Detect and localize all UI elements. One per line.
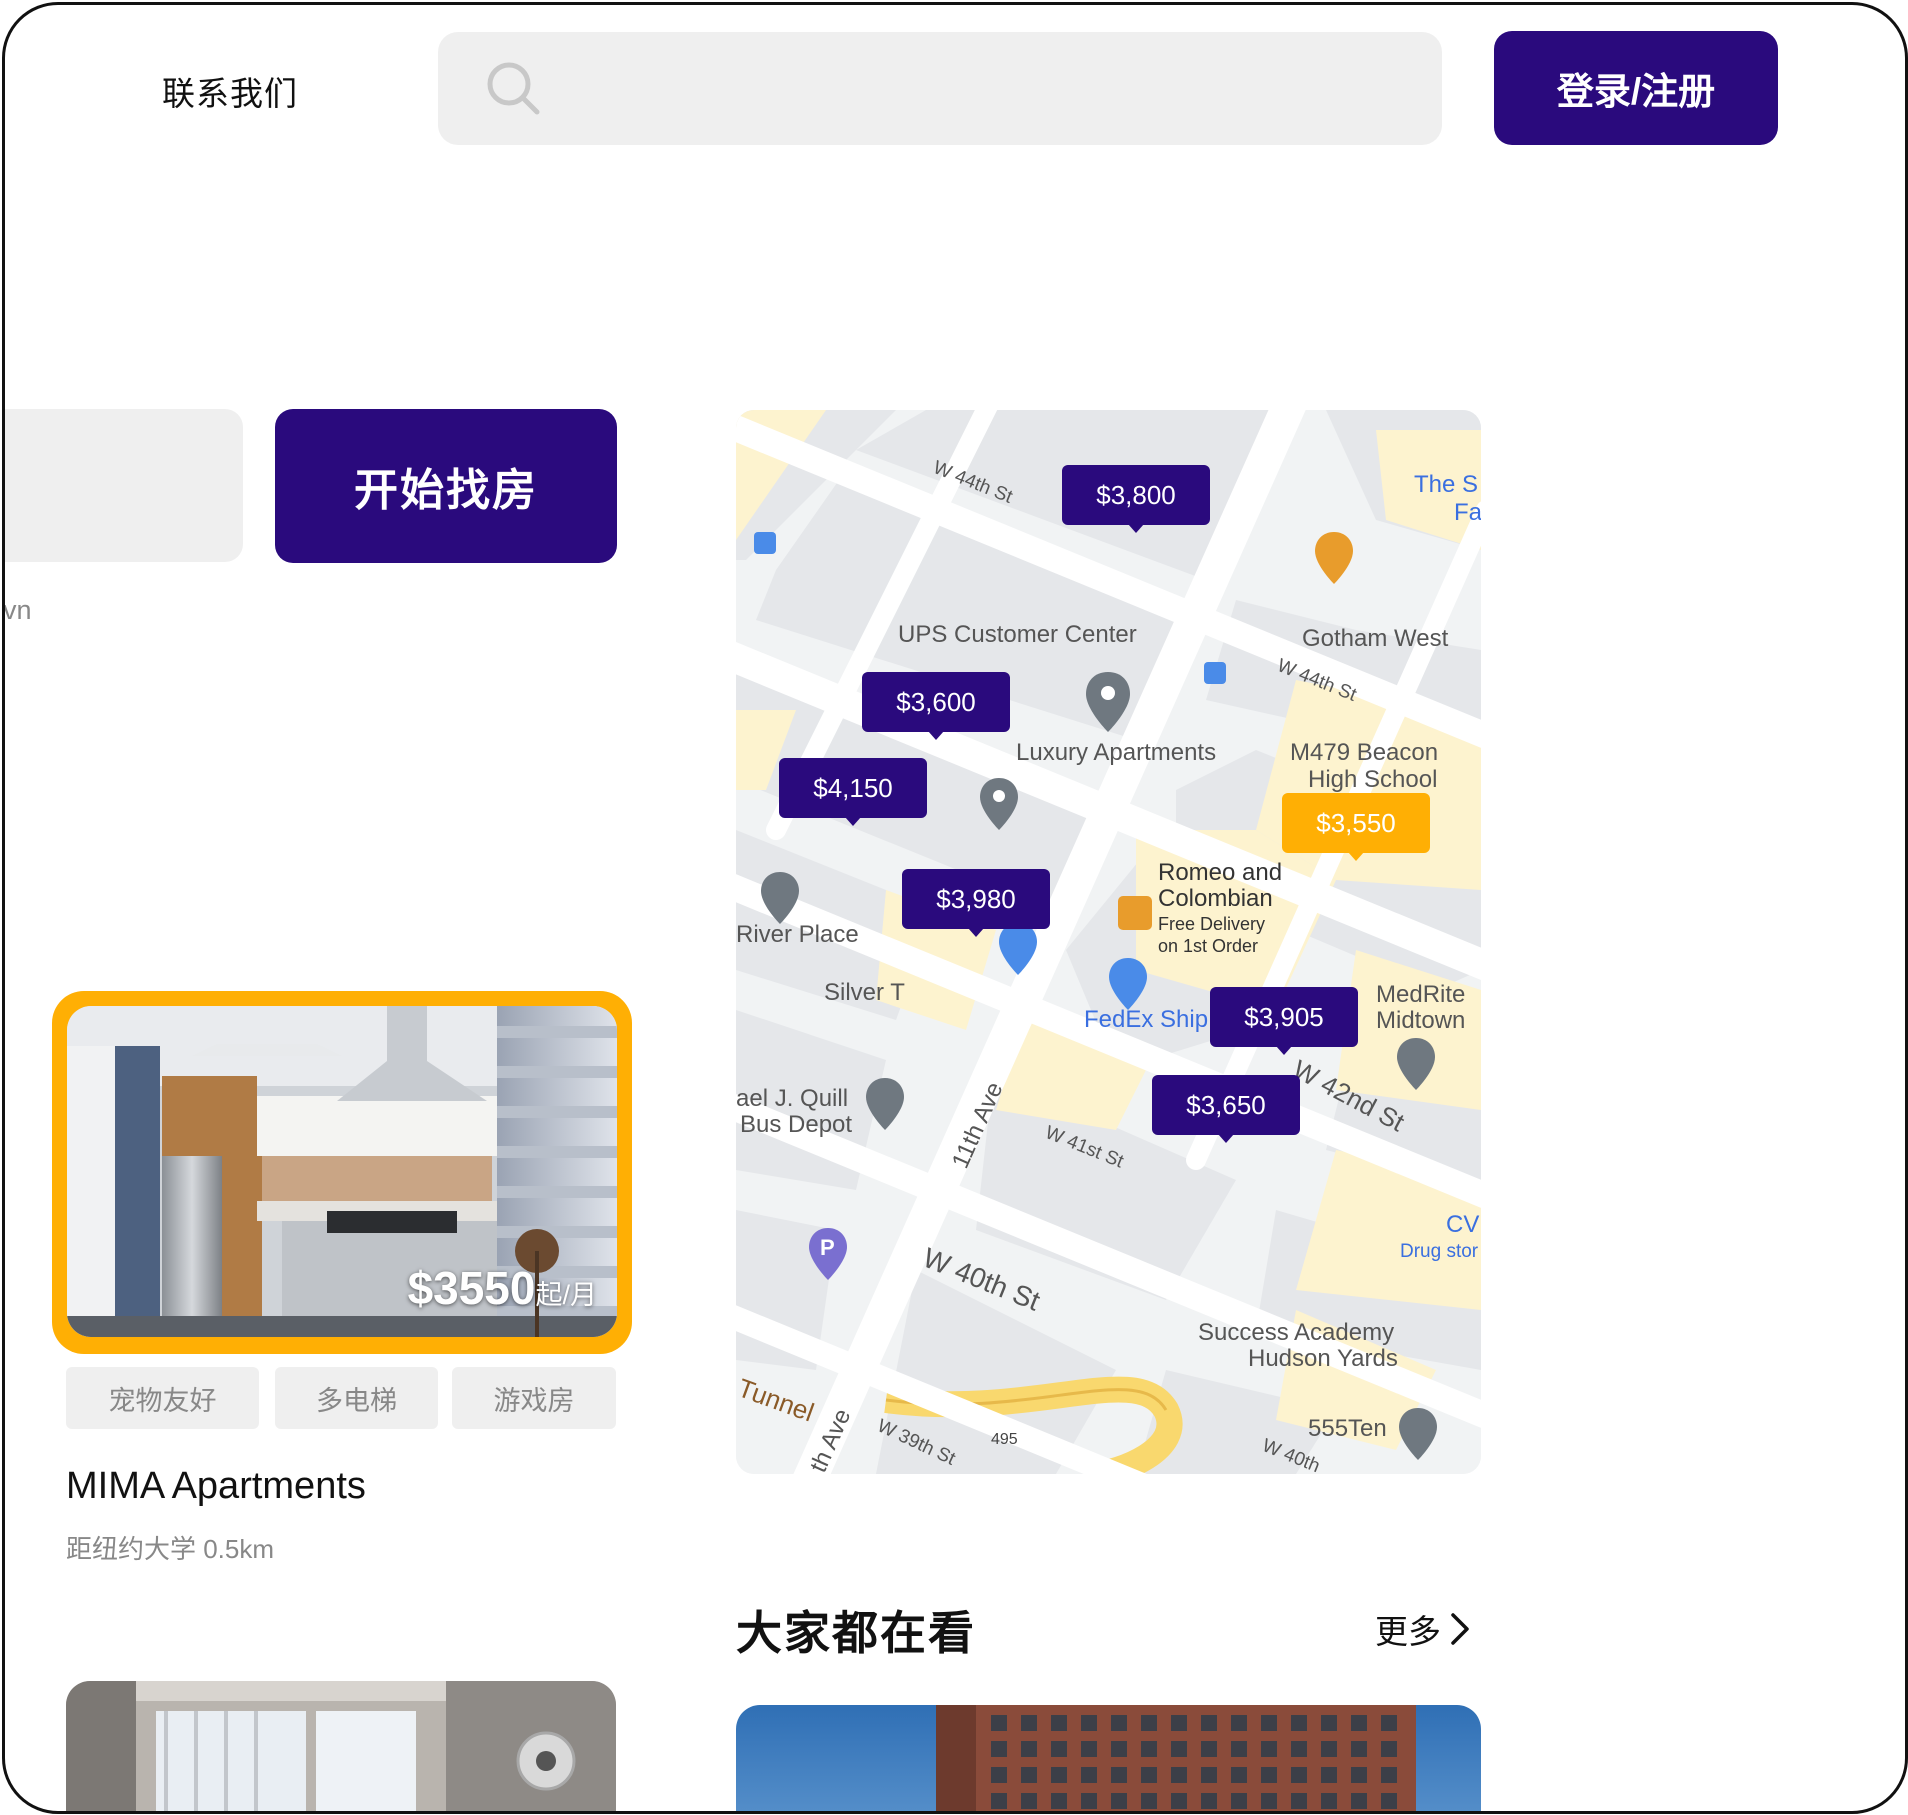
search-icon	[487, 62, 540, 115]
map-place-label: Romeo and	[1158, 859, 1282, 886]
contact-us-link[interactable]: 联系我们	[162, 67, 298, 115]
listing-card[interactable]	[66, 1681, 616, 1811]
map-place-label: MedRite	[1376, 981, 1465, 1008]
map-place-label: UPS Customer Center	[898, 621, 1137, 648]
map-place-label: Free Delivery	[1158, 914, 1265, 934]
map-price-pin[interactable]: $4,150	[779, 758, 927, 826]
map-price-pin-label: $3,800	[1096, 480, 1176, 510]
map-place-label: Luxury Apartments	[1016, 739, 1216, 766]
map-place-label: on 1st Order	[1158, 936, 1258, 956]
login-register-button[interactable]: 登录/注册	[1494, 31, 1778, 145]
chevron-right-icon	[1451, 1613, 1469, 1645]
map-street-label: 495	[991, 1431, 1018, 1448]
map-price-pin[interactable]: $3,980	[902, 869, 1050, 937]
popular-listing-photo[interactable]	[736, 1705, 1481, 1811]
start-search-button[interactable]: 开始找房	[275, 409, 617, 563]
search-input[interactable]	[438, 32, 1442, 145]
map-place-label: ael J. Quill	[736, 1085, 848, 1112]
listing-card-highlighted[interactable]: $3550起/月	[52, 991, 632, 1354]
map-view[interactable]: W 44th St W 44th St 11th Ave W 41st St W…	[736, 410, 1481, 1474]
section-title: 大家都在看	[736, 1607, 976, 1659]
map-price-pin-label: $3,980	[936, 884, 1016, 914]
listing-photo: $3550起/月	[67, 1006, 617, 1337]
tag-pet-friendly: 宠物友好	[66, 1367, 259, 1429]
map-price-pin[interactable]: $3,800	[1062, 465, 1210, 533]
tag-multiple-elevators: 多电梯	[275, 1367, 438, 1429]
map-place-label: The S	[1414, 471, 1478, 498]
map-price-pin[interactable]: $3,650	[1152, 1075, 1300, 1143]
map-place-label: Colombian	[1158, 885, 1273, 912]
map-price-pin-label: $3,905	[1244, 1002, 1324, 1032]
listing-distance: 距纽约大学 0.5km	[66, 1534, 275, 1564]
map-place-label: Drug stor	[1400, 1241, 1479, 1262]
map-price-pin[interactable]: $3,550	[1282, 793, 1430, 861]
map-price-pin-label: $3,600	[896, 687, 976, 717]
map-place-label: 555Ten	[1308, 1415, 1387, 1442]
map-price-pin-label: $3,650	[1186, 1090, 1266, 1120]
map-place-label: Success Academy	[1198, 1319, 1394, 1346]
location-hint-fragment: vn	[3, 595, 32, 625]
location-input[interactable]	[5, 409, 243, 562]
app-frame: 联系我们 登录/注册 开始找房 vn $3550起/月 宠物友好 多电梯 游戏房…	[2, 2, 1908, 1814]
map-place-label: M479 Beacon	[1290, 739, 1438, 766]
svg-text:P: P	[820, 1235, 835, 1260]
more-label: 更多	[1375, 1613, 1441, 1650]
map-price-pin-label: $3,550	[1316, 808, 1396, 838]
map-place-label: High School	[1308, 766, 1437, 793]
more-link[interactable]: 更多	[1375, 1605, 1471, 1653]
map-place-label: Bus Depot	[740, 1111, 852, 1138]
map-place-label: Hudson Yards	[1248, 1345, 1398, 1372]
listing-title[interactable]: MIMA Apartments	[66, 1465, 366, 1508]
map-price-pin[interactable]: $3,600	[862, 672, 1010, 740]
map-price-pin-label: $4,150	[813, 773, 893, 803]
map-place-label: Silver T	[824, 979, 905, 1006]
map-price-pin[interactable]: $3,905	[1210, 987, 1358, 1055]
map-place-label: Fa	[1454, 499, 1481, 526]
map-place-label: Midtown	[1376, 1007, 1465, 1034]
map-place-label: Gotham West	[1302, 625, 1449, 652]
map-place-label: River Place	[736, 921, 859, 948]
listing-photo	[66, 1681, 616, 1811]
listing-price: $3550起/月	[407, 1262, 597, 1314]
tag-game-room: 游戏房	[452, 1367, 616, 1429]
map-place-label: CV	[1446, 1211, 1479, 1238]
